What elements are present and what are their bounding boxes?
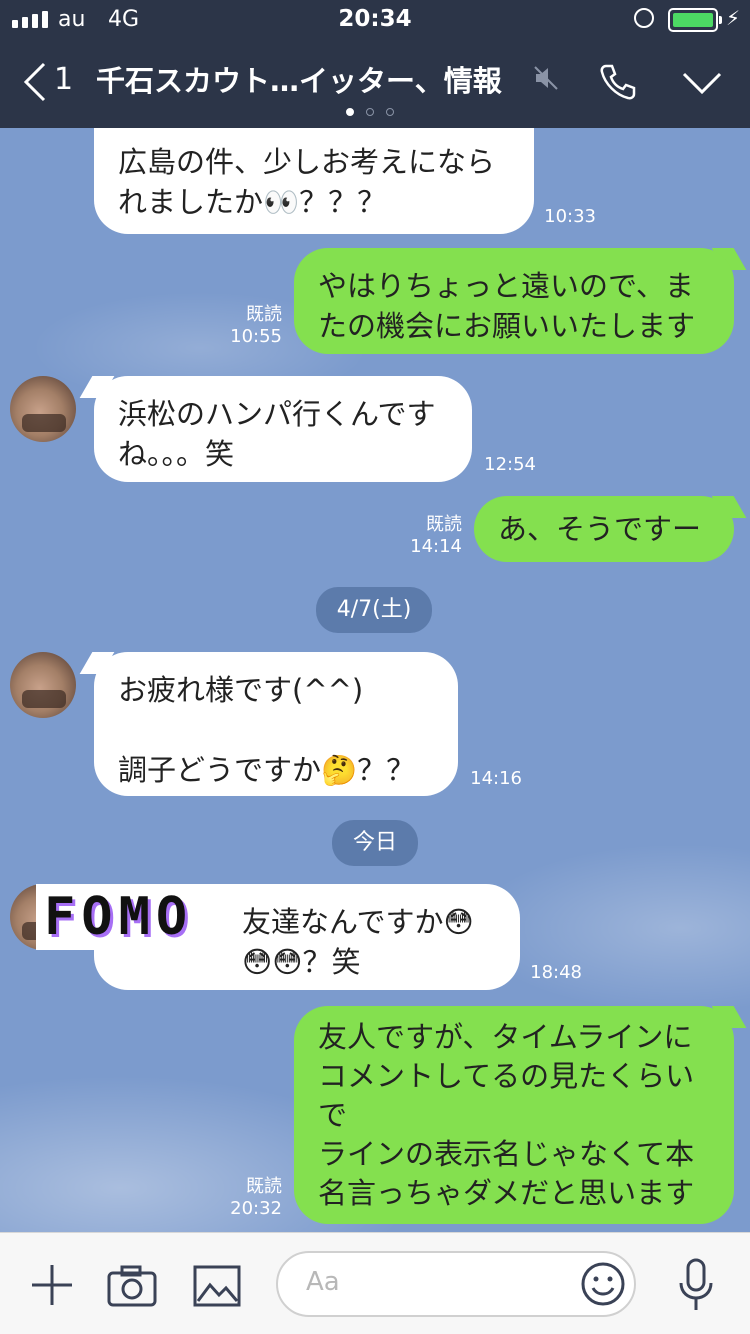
microphone-icon[interactable]	[676, 1257, 716, 1317]
read-receipt: 既読	[426, 514, 462, 535]
chat-header: 1 千石スカウト…イッター、情報	[0, 40, 750, 128]
status-bar: au 4G 20:34 ⚡	[0, 0, 750, 40]
message-bubble[interactable]: やはりちょっと遠いので、ま たの機会にお願いいたします	[294, 248, 734, 354]
plus-icon[interactable]	[28, 1261, 76, 1313]
mute-icon	[532, 64, 560, 92]
message-input[interactable]: Aa	[276, 1251, 636, 1317]
page-indicator	[346, 108, 394, 116]
input-bar: Aa	[0, 1232, 750, 1334]
date-separator: 4/7(土)	[316, 587, 432, 633]
message-bubble[interactable]: 広島の件、少しお考えになら れましたか👀？？？	[94, 128, 534, 234]
message-bubble[interactable]: お疲れ様です(^^) 調子どうですか🤔？？	[94, 652, 458, 796]
date-separator: 今日	[332, 820, 418, 866]
message-time: 14:14	[410, 536, 462, 557]
read-receipt: 既読	[246, 1176, 282, 1197]
sticker-overlay: FOMO	[36, 884, 228, 950]
message-time: 20:32	[230, 1198, 282, 1219]
image-icon[interactable]	[192, 1263, 242, 1313]
chat-title[interactable]: 千石スカウト…イッター、情報	[96, 58, 502, 100]
orientation-lock-icon	[634, 8, 654, 28]
message-time: 12:54	[484, 454, 536, 475]
chevron-down-icon[interactable]	[678, 64, 726, 104]
avatar[interactable]	[10, 652, 76, 718]
emoji-icon[interactable]	[580, 1261, 626, 1311]
message-time: 10:55	[230, 326, 282, 347]
camera-icon[interactable]	[106, 1263, 158, 1313]
charging-icon: ⚡	[726, 6, 741, 30]
phone-icon[interactable]	[596, 60, 640, 104]
message-bubble[interactable]: 友人ですが、タイムラインに コメントしてるの見たくらい で ラインの表示名じゃな…	[294, 1006, 734, 1224]
battery-icon	[668, 8, 722, 32]
message-input-placeholder: Aa	[306, 1267, 340, 1297]
read-receipt: 既読	[246, 304, 282, 325]
unread-count[interactable]: 1	[54, 62, 73, 97]
message-time: 10:33	[544, 206, 596, 227]
message-bubble[interactable]: あ、そうですー	[474, 496, 734, 562]
chat-area[interactable]: 広島の件、少しお考えになら れましたか👀？？？ 10:33 やはりちょっと遠いの…	[0, 128, 750, 1232]
message-time: 14:16	[470, 768, 522, 789]
message-time: 18:48	[530, 962, 582, 983]
message-bubble[interactable]: 浜松のハンパ行くんです ね。。。笑	[94, 376, 472, 482]
avatar[interactable]	[10, 376, 76, 442]
